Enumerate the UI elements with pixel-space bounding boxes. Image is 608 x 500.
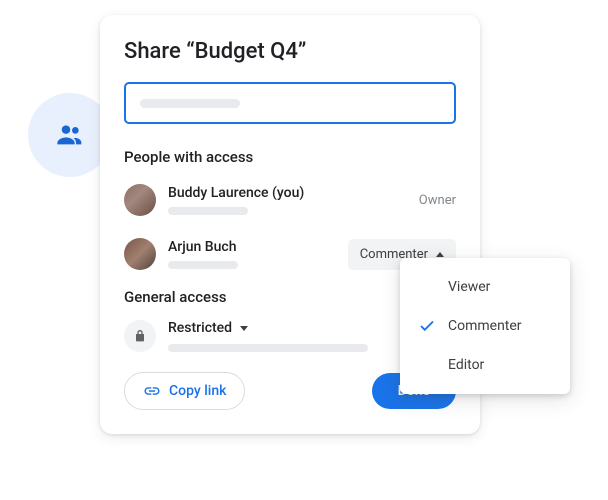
general-mode-dropdown[interactable]: Restricted xyxy=(168,320,368,336)
chevron-up-icon xyxy=(436,252,444,257)
copy-link-label: Copy link xyxy=(169,383,226,399)
dialog-title: Share “Budget Q4” xyxy=(124,39,456,64)
person-info: Buddy Laurence (you) xyxy=(168,185,419,215)
avatar xyxy=(124,184,156,216)
role-owner-label: Owner xyxy=(419,193,456,208)
person-email-ghost xyxy=(168,207,248,215)
person-info: Arjun Buch xyxy=(168,239,348,269)
check-icon xyxy=(418,317,436,335)
general-description-ghost xyxy=(168,344,368,352)
dropdown-item-label: Editor xyxy=(448,357,484,373)
people-icon xyxy=(54,119,86,151)
link-icon xyxy=(143,382,161,400)
copy-link-button[interactable]: Copy link xyxy=(124,372,245,410)
role-dropdown-menu: Viewer Commenter Editor xyxy=(400,258,570,394)
check-slot xyxy=(418,317,436,335)
person-name: Arjun Buch xyxy=(168,239,348,255)
general-mode-label: Restricted xyxy=(168,320,232,336)
lock-badge xyxy=(124,320,156,352)
dropdown-item-label: Viewer xyxy=(448,279,490,295)
input-placeholder-ghost xyxy=(140,99,240,108)
person-email-ghost xyxy=(168,261,238,269)
people-with-access-label: People with access xyxy=(124,148,456,166)
lock-icon xyxy=(132,328,148,344)
dropdown-item-label: Commenter xyxy=(448,318,522,334)
person-name: Buddy Laurence (you) xyxy=(168,185,419,201)
access-row-owner: Buddy Laurence (you) Owner xyxy=(124,180,456,220)
avatar xyxy=(124,238,156,270)
dropdown-item-editor[interactable]: Editor xyxy=(400,346,570,384)
chevron-down-icon xyxy=(240,326,248,331)
dropdown-item-viewer[interactable]: Viewer xyxy=(400,268,570,306)
dropdown-item-commenter[interactable]: Commenter xyxy=(400,306,570,346)
add-people-input[interactable] xyxy=(124,82,456,124)
general-info: Restricted xyxy=(168,320,368,352)
